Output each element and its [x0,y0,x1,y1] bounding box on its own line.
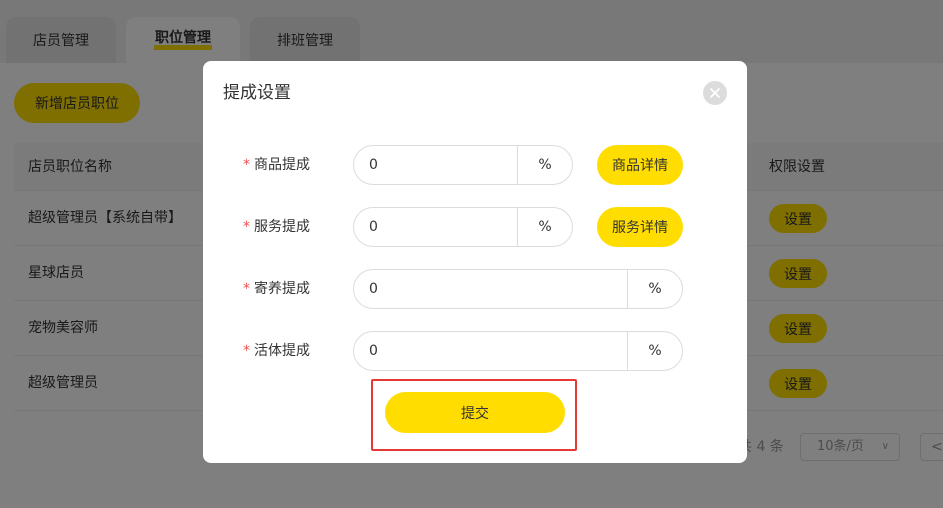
required-mark: * [243,157,250,173]
service-detail-button[interactable]: 服务详情 [597,207,683,247]
commission-settings-modal: 提成设置 *商品提成 % 商品详情 *服务提成 % 服务详情 *寄养提成 % *… [203,61,747,463]
goods-commission-field: % [353,145,573,185]
goods-commission-input[interactable] [369,155,499,175]
required-mark: * [243,281,250,297]
percent-unit: % [517,146,572,184]
required-mark: * [243,219,250,235]
submit-button[interactable]: 提交 [385,392,565,433]
boarding-commission-input[interactable] [369,279,499,299]
service-commission-field: % [353,207,573,247]
service-commission-input[interactable] [369,217,499,237]
modal-title: 提成设置 [223,83,291,103]
percent-unit: % [517,208,572,246]
close-icon [710,88,720,98]
live-pet-commission-label: * 活体提成 [243,343,310,359]
service-commission-label: * 服务提成 [243,219,310,235]
boarding-commission-label: * 寄养提成 [243,281,310,297]
close-button[interactable] [703,81,727,105]
required-mark: * [243,343,250,359]
boarding-commission-field: % [353,269,683,309]
percent-unit: % [627,270,682,308]
goods-detail-button[interactable]: 商品详情 [597,145,683,185]
live-pet-commission-field: % [353,331,683,371]
percent-unit: % [627,332,682,370]
live-pet-commission-input[interactable] [369,341,499,361]
goods-commission-label: * 商品提成 [243,157,310,173]
